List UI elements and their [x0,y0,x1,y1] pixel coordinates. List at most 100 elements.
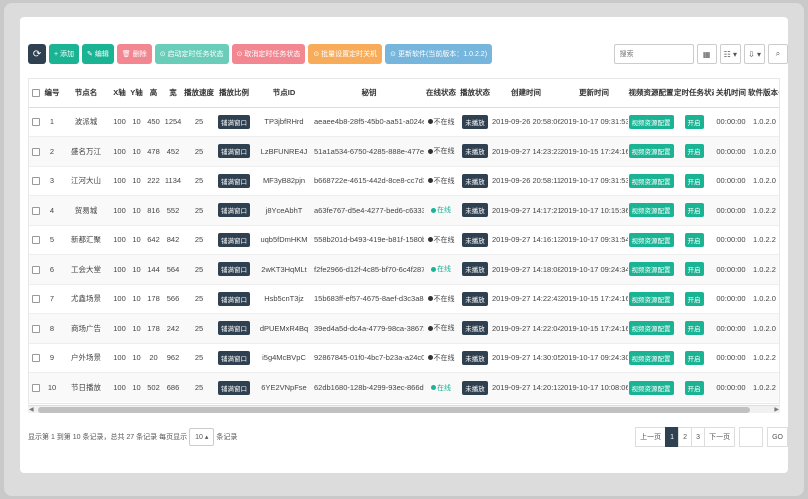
cell-x: 100 [111,313,128,343]
video-config-button[interactable]: 视频资源配置 [628,380,674,395]
horizontal-scrollbar[interactable]: ◀ ▶ [28,405,780,413]
update-software-button[interactable]: ⊙ 更新软件(当前版本：1.0.2.2) [385,44,493,64]
page-jump-input[interactable] [739,427,764,447]
row-checkbox[interactable] [32,118,40,127]
row-checkbox[interactable] [32,177,40,186]
video-config-button[interactable]: 视频资源配置 [628,232,674,247]
table-row[interactable]: 4 贸易城 100 10 816 552 25 铺满窗口 j8YceAbhT a63fe767-d… [29,195,779,225]
play-status-badge: 未播放 [462,114,488,129]
batch-shutdown-button[interactable]: ⊙ 批量设置定时关机 [308,44,383,64]
cell-speed: 25 [184,136,214,166]
column-header[interactable]: Y轴 [128,79,145,108]
cell: 在线 [424,372,458,402]
table-row[interactable]: 2 盛名万江 100 10 478 452 25 铺满窗口 LzBFUNRE4J 51a1a534… [29,136,779,166]
select-all-checkbox[interactable] [29,79,43,108]
toggle-search-button[interactable]: ⌕ [768,44,788,64]
delete-button[interactable]: 🗑 删除 [116,44,152,64]
scroll-right-icon[interactable]: ▶ [774,406,779,413]
page-1-button[interactable]: 1 [665,427,680,447]
column-header[interactable]: 高 [145,79,162,108]
column-header[interactable]: 播放比例 [214,79,254,108]
row-checkbox[interactable] [32,384,40,392]
print-button[interactable]: ▦ [696,44,717,64]
row-checkbox[interactable] [32,206,40,215]
column-header[interactable]: 软件版本号 [748,79,779,108]
video-config-button[interactable]: 视频资源配置 [628,114,674,129]
task-toggle-button[interactable]: 开启 [684,203,704,218]
table-row[interactable]: 1 波派城 100 10 450 1254 25 铺满窗口 TP3jbfRHrd aeaee4b8… [29,106,779,137]
column-header[interactable]: 秘钥 [314,79,424,108]
scrollbar-thumb[interactable] [38,407,750,413]
column-header[interactable]: 播放速度 [184,79,214,108]
cell-speed: 25 [184,342,214,373]
cancel-schedule-button[interactable]: ⊙ 取消定时任务状态 [231,44,306,64]
column-header[interactable]: 节点名 [61,79,111,108]
column-header[interactable]: 视频资源配置 [628,79,674,108]
next-page-button[interactable]: 下一页 [704,427,736,447]
go-button[interactable]: GO [767,427,788,447]
video-config-button[interactable]: 视频资源配置 [628,203,674,218]
row-checkbox[interactable] [32,295,40,304]
table-row[interactable]: 5 新都汇聚 100 10 642 842 25 铺满窗口 uqb5fDmHKM 558b201d… [29,224,779,255]
task-toggle-button[interactable]: 开启 [684,232,704,247]
column-header[interactable]: 定时任务状态 [674,79,714,108]
video-config-button[interactable]: 视频资源配置 [628,291,674,306]
columns-button[interactable]: ☷ ▾ [719,44,742,64]
column-header[interactable]: 宽 [162,79,184,108]
video-config-button[interactable]: 视频资源配置 [628,350,674,365]
start-schedule-button[interactable]: ⊙ 启动定时任务状态 [154,44,229,64]
row-checkbox[interactable] [32,236,40,245]
video-config-button[interactable]: 视频资源配置 [628,321,674,336]
column-header[interactable]: 编号 [43,79,61,108]
task-toggle-button[interactable]: 开启 [684,173,704,188]
add-button[interactable]: + 添加 [49,44,80,64]
task-toggle-button[interactable]: 开启 [684,262,704,277]
table-row[interactable]: 3 江河大山 100 10 222 1134 25 铺满窗口 MF3yB82pjn b668722… [29,165,779,196]
checkbox-icon[interactable] [32,89,40,98]
row-checkbox[interactable] [32,265,40,274]
row-checkbox[interactable] [32,324,40,333]
cell-shutdown-time: 00:00:00 [714,195,748,225]
edit-button[interactable]: ✎ 编辑 [82,44,114,64]
row-checkbox[interactable] [32,147,40,156]
cell-key: 92867845-01f0-4bc7-b23a-a24c0da542ee [314,342,424,373]
page-2-button[interactable]: 2 [678,427,693,447]
search-input[interactable] [613,44,694,64]
column-header[interactable]: 更新时间 [560,79,628,108]
scroll-left-icon[interactable]: ◀ [29,406,34,413]
task-toggle-button[interactable]: 开启 [684,321,704,336]
video-config-button[interactable]: 视频资源配置 [628,173,674,188]
task-toggle-button[interactable]: 开启 [684,144,704,159]
page-3-button[interactable]: 3 [691,427,706,447]
column-header[interactable]: X轴 [111,79,128,108]
play-status-badge: 未播放 [462,232,488,247]
refresh-button[interactable]: ⟳ [28,44,46,64]
table-row[interactable]: 8 商场广告 100 10 178 242 25 铺满窗口 dPUEMxR4Bq 39ed4a5d… [29,313,779,343]
table-row[interactable]: 6 工会大堂 100 10 144 564 25 铺满窗口 2wKT3HqMLt f2fe2966… [29,254,779,284]
play-status-badge: 未播放 [462,350,488,365]
video-config-button[interactable]: 视频资源配置 [628,144,674,159]
task-toggle-button[interactable]: 开启 [684,380,704,395]
task-toggle-button[interactable]: 开启 [684,350,704,365]
prev-page-button[interactable]: 上一页 [635,427,667,447]
table-row[interactable]: 10 节日播放 100 10 502 686 25 铺满窗口 6YE2VNpFse 62db168… [29,372,779,402]
column-header[interactable]: 播放状态 [458,79,492,108]
task-toggle-button[interactable]: 开启 [684,291,704,306]
video-config-button[interactable]: 视频资源配置 [628,262,674,277]
page-size-select[interactable]: 10 ▴ [189,428,215,446]
column-header[interactable]: 在线状态 [424,79,458,108]
table-row[interactable]: 9 户外场景 100 10 20 962 25 铺满窗口 i5g4McBVpC 92867845-… [29,342,779,373]
cell-height: 178 [145,283,162,314]
export-button[interactable]: ⇩ ▾ [744,44,765,64]
cell-updated: 2019-10-15 17:24:16 [560,313,628,343]
cell-shutdown-time: 00:00:00 [714,165,748,196]
status-dot-icon [427,178,433,184]
row-checkbox[interactable] [32,354,40,363]
table-row[interactable]: 7 尤鑫场景 100 10 178 566 25 铺满窗口 Hsb5cnT3jz 15b683ff… [29,283,779,314]
task-toggle-button[interactable]: 开启 [684,114,704,129]
column-header[interactable]: 节点ID [254,79,314,108]
column-header[interactable]: 创建时间 [492,79,560,108]
column-header[interactable]: 关机时间 [714,79,748,108]
pagination: 上一页 1 2 3 下一页 GO [635,427,788,447]
cell: 未播放 [458,195,492,225]
